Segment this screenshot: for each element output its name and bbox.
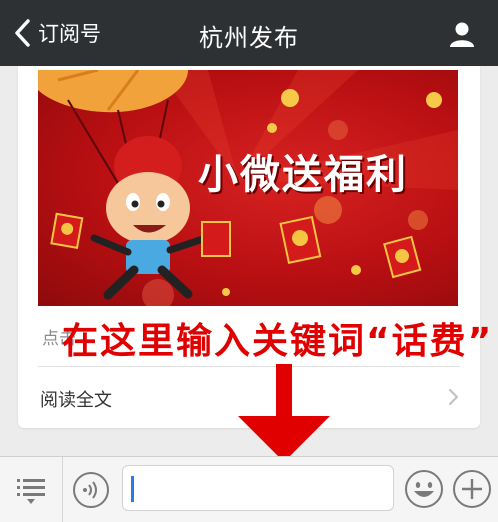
arrow-down-icon — [238, 364, 330, 462]
input-bar-divider — [62, 457, 63, 522]
banner-headline: 小微送福利 — [198, 152, 408, 198]
emoji-icon[interactable] — [404, 469, 444, 509]
message-text-input[interactable] — [122, 465, 394, 511]
message-input-bar — [0, 456, 498, 522]
article-banner-image[interactable]: 小微送福利 — [38, 70, 458, 306]
page-title: 杭州发布 — [199, 24, 299, 52]
instruction-annotation: 在这里输入关键词“话费” — [62, 321, 494, 362]
person-icon[interactable] — [448, 20, 476, 48]
read-full-article-label: 阅读全文 — [40, 390, 112, 411]
voice-icon[interactable] — [72, 471, 110, 509]
plus-icon[interactable] — [452, 469, 492, 509]
chevron-right-icon — [448, 388, 459, 406]
nav-bar: 订阅号 杭州发布 — [0, 0, 498, 66]
text-cursor — [131, 476, 134, 502]
menu-list-icon[interactable] — [14, 475, 48, 505]
